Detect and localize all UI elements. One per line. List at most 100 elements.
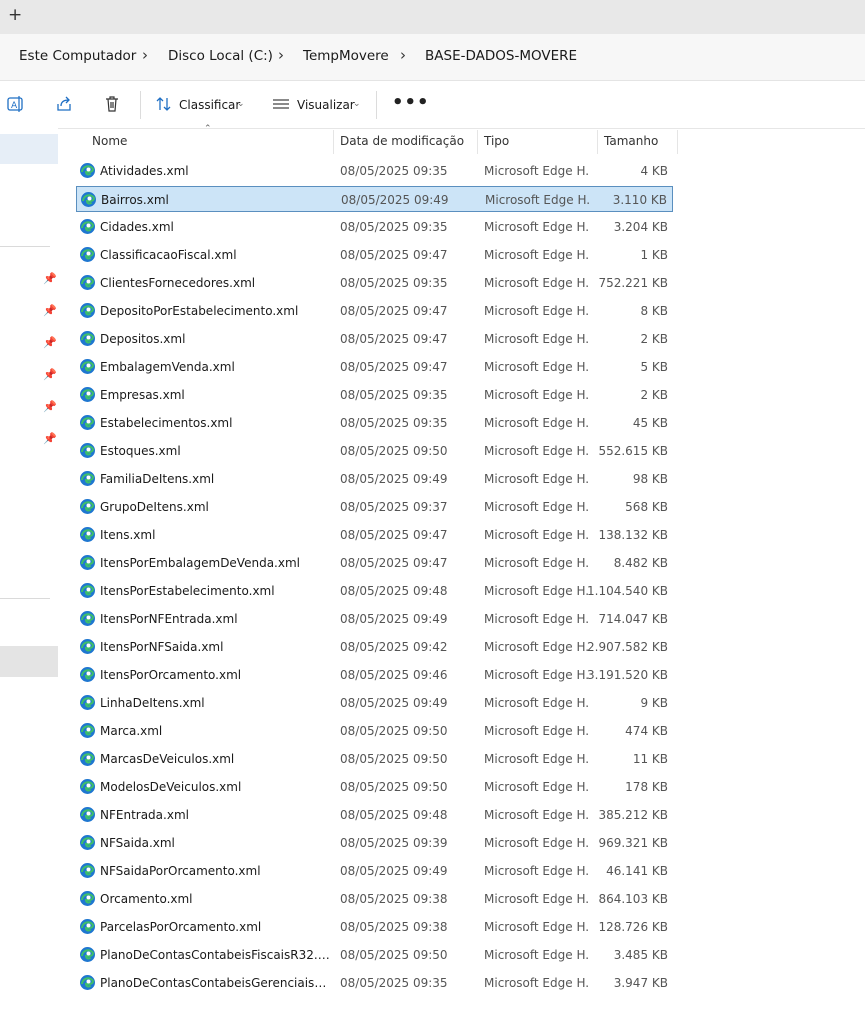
file-row[interactable]: Depositos.xml 08/05/2025 09:47 Microsoft E… xyxy=(76,326,673,352)
file-name[interactable]: ItensPorOrcamento.xml xyxy=(100,668,332,682)
column-header-size[interactable]: Tamanho xyxy=(604,128,658,154)
file-row[interactable]: ItensPorEmbalagemDeVenda.xml 08/05/2025 0… xyxy=(76,550,673,576)
file-row[interactable]: PlanoDeContasContabeisFiscaisR32.xml 08/0… xyxy=(76,942,673,968)
breadcrumb-base-dados[interactable]: BASE-DADOS-MOVERE xyxy=(425,48,577,64)
file-row[interactable]: ItensPorOrcamento.xml 08/05/2025 09:46 Mic… xyxy=(76,662,673,688)
file-name[interactable]: ClientesFornecedores.xml xyxy=(100,276,332,290)
nav-item-hover[interactable] xyxy=(0,646,58,677)
file-name[interactable]: Bairros.xml xyxy=(101,193,333,207)
file-name[interactable]: FamiliaDeItens.xml xyxy=(100,472,332,486)
file-name[interactable]: NFEntrada.xml xyxy=(100,808,332,822)
column-divider[interactable] xyxy=(333,130,334,154)
column-header-name[interactable]: Nome xyxy=(92,128,127,154)
file-name[interactable]: LinhaDeItens.xml xyxy=(100,696,332,710)
file-name[interactable]: DepositoPorEstabelecimento.xml xyxy=(100,304,332,318)
file-name[interactable]: ItensPorNFSaida.xml xyxy=(100,640,332,654)
pin-icon[interactable]: 📌 xyxy=(43,432,57,445)
file-row[interactable]: ItensPorNFSaida.xml 08/05/2025 09:42 Micro… xyxy=(76,634,673,660)
view-icon[interactable] xyxy=(272,95,290,113)
file-name[interactable]: Cidades.xml xyxy=(100,220,332,234)
file-name[interactable]: Depositos.xml xyxy=(100,332,332,346)
breadcrumb-computer[interactable]: Este Computador xyxy=(19,48,136,64)
edge-file-icon xyxy=(80,975,95,990)
file-name[interactable]: Estabelecimentos.xml xyxy=(100,416,332,430)
share-icon[interactable] xyxy=(55,95,73,113)
file-row[interactable]: FamiliaDeItens.xml 08/05/2025 09:49 Micros… xyxy=(76,466,673,492)
file-row[interactable]: Itens.xml 08/05/2025 09:47 Microsoft Edge … xyxy=(76,522,673,548)
file-name[interactable]: NFSaidaPorOrcamento.xml xyxy=(100,864,332,878)
file-name[interactable]: ParcelasPorOrcamento.xml xyxy=(100,920,332,934)
new-tab-button[interactable]: + xyxy=(8,5,22,25)
chevron-right-icon[interactable]: › xyxy=(278,46,284,64)
breadcrumb-local-disk[interactable]: Disco Local (C:) xyxy=(168,48,273,64)
file-row[interactable]: ItensPorEstabelecimento.xml 08/05/2025 09… xyxy=(76,578,673,604)
rename-icon[interactable]: A xyxy=(7,95,25,113)
file-name[interactable]: Itens.xml xyxy=(100,528,332,542)
file-name[interactable]: EmbalagemVenda.xml xyxy=(100,360,332,374)
file-row[interactable]: NFSaidaPorOrcamento.xml 08/05/2025 09:49 M… xyxy=(76,858,673,884)
file-name[interactable]: Atividades.xml xyxy=(100,164,332,178)
file-row[interactable]: ClientesFornecedores.xml 08/05/2025 09:35… xyxy=(76,270,673,296)
pin-icon[interactable]: 📌 xyxy=(43,272,57,285)
file-row[interactable]: Atividades.xml 08/05/2025 09:35 Microsoft … xyxy=(76,158,673,184)
file-type: Microsoft Edge H... xyxy=(484,528,588,542)
file-size: 1.104.540 KB xyxy=(587,584,668,598)
file-row[interactable]: PlanoDeContasContabeisGerenciaisR32.x...… xyxy=(76,970,673,996)
more-options-button[interactable]: ••• xyxy=(392,92,430,113)
file-row[interactable]: DepositoPorEstabelecimento.xml 08/05/2025… xyxy=(76,298,673,324)
file-name[interactable]: Empresas.xml xyxy=(100,388,332,402)
file-row[interactable]: ModelosDeVeiculos.xml 08/05/2025 09:50 Mic… xyxy=(76,774,673,800)
file-row[interactable]: LinhaDeItens.xml 08/05/2025 09:49 Microsof… xyxy=(76,690,673,716)
file-name[interactable]: Estoques.xml xyxy=(100,444,332,458)
column-divider[interactable] xyxy=(477,130,478,154)
file-modified-date: 08/05/2025 09:47 xyxy=(340,556,448,570)
file-row[interactable]: Empresas.xml 08/05/2025 09:35 Microsoft Ed… xyxy=(76,382,673,408)
file-name[interactable]: MarcasDeVeiculos.xml xyxy=(100,752,332,766)
column-divider[interactable] xyxy=(677,130,678,154)
file-name[interactable]: GrupoDeItens.xml xyxy=(100,500,332,514)
column-divider[interactable] xyxy=(597,130,598,154)
file-size: 3.110 KB xyxy=(612,193,667,207)
pin-icon[interactable]: 📌 xyxy=(43,304,57,317)
file-name[interactable]: Orcamento.xml xyxy=(100,892,332,906)
chevron-down-icon[interactable]: ⌄ xyxy=(237,99,245,109)
file-row[interactable]: MarcasDeVeiculos.xml 08/05/2025 09:50 Micr… xyxy=(76,746,673,772)
breadcrumb-tempmovere[interactable]: TempMovere xyxy=(303,48,389,64)
chevron-right-icon[interactable]: › xyxy=(400,46,406,64)
file-row[interactable]: ClassificacaoFiscal.xml 08/05/2025 09:47 M… xyxy=(76,242,673,268)
file-row[interactable]: Cidades.xml 08/05/2025 09:35 Microsoft Edg… xyxy=(76,214,673,240)
file-name[interactable]: ItensPorEstabelecimento.xml xyxy=(100,584,332,598)
file-name[interactable]: ModelosDeVeiculos.xml xyxy=(100,780,332,794)
file-name[interactable]: ClassificacaoFiscal.xml xyxy=(100,248,332,262)
address-bar[interactable]: Este Computador › Disco Local (C:) › Tem… xyxy=(0,34,865,81)
file-row[interactable]: Bairros.xml 08/05/2025 09:49 Microsoft Edg… xyxy=(76,186,673,212)
file-row[interactable]: Estoques.xml 08/05/2025 09:50 Microsoft Ed… xyxy=(76,438,673,464)
nav-item-selected[interactable] xyxy=(0,134,58,164)
view-button-label[interactable]: Visualizar xyxy=(297,98,355,112)
file-name[interactable]: ItensPorNFEntrada.xml xyxy=(100,612,332,626)
trash-icon[interactable] xyxy=(103,95,121,113)
file-row[interactable]: ItensPorNFEntrada.xml 08/05/2025 09:49 Mic… xyxy=(76,606,673,632)
file-row[interactable]: EmbalagemVenda.xml 08/05/2025 09:47 Micros… xyxy=(76,354,673,380)
file-name[interactable]: PlanoDeContasContabeisGerenciaisR32.x... xyxy=(100,976,332,990)
chevron-down-icon[interactable]: ⌄ xyxy=(353,99,361,109)
file-row[interactable]: NFSaida.xml 08/05/2025 09:39 Microsoft Edg… xyxy=(76,830,673,856)
sort-icon[interactable] xyxy=(155,95,173,113)
file-row[interactable]: Orcamento.xml 08/05/2025 09:38 Microsoft E… xyxy=(76,886,673,912)
file-name[interactable]: NFSaida.xml xyxy=(100,836,332,850)
column-header-type[interactable]: Tipo xyxy=(484,128,509,154)
file-row[interactable]: Estabelecimentos.xml 08/05/2025 09:35 Micr… xyxy=(76,410,673,436)
file-name[interactable]: ItensPorEmbalagemDeVenda.xml xyxy=(100,556,332,570)
file-name[interactable]: Marca.xml xyxy=(100,724,332,738)
column-header-date[interactable]: Data de modificação xyxy=(340,128,464,154)
pin-icon[interactable]: 📌 xyxy=(43,400,57,413)
pin-icon[interactable]: 📌 xyxy=(43,336,57,349)
file-row[interactable]: Marca.xml 08/05/2025 09:50 Microsoft Edge … xyxy=(76,718,673,744)
file-row[interactable]: GrupoDeItens.xml 08/05/2025 09:37 Microsof… xyxy=(76,494,673,520)
chevron-right-icon[interactable]: › xyxy=(142,46,148,64)
file-row[interactable]: NFEntrada.xml 08/05/2025 09:48 Microsoft E… xyxy=(76,802,673,828)
file-row[interactable]: ParcelasPorOrcamento.xml 08/05/2025 09:38… xyxy=(76,914,673,940)
file-name[interactable]: PlanoDeContasContabeisFiscaisR32.xml xyxy=(100,948,332,962)
pin-icon[interactable]: 📌 xyxy=(43,368,57,381)
sort-button-label[interactable]: Classificar xyxy=(179,98,240,112)
